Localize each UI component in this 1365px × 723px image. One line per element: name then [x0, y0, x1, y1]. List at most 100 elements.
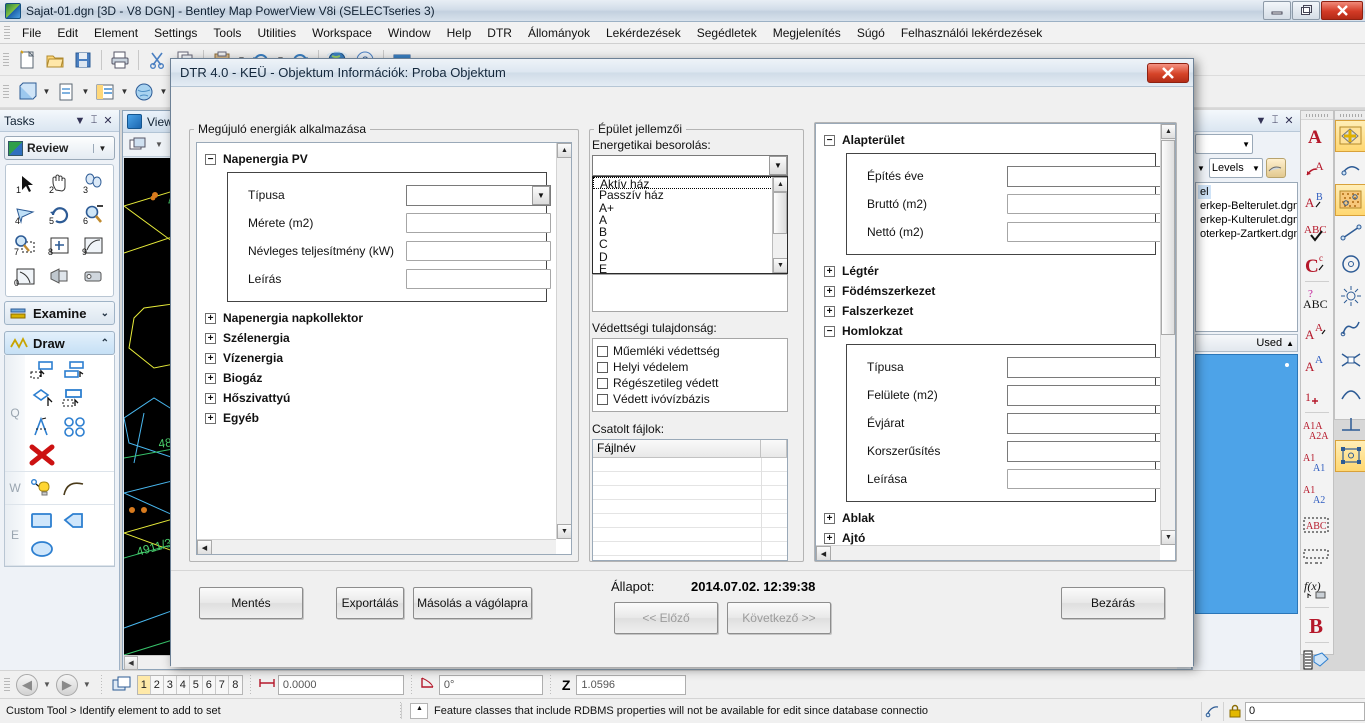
pattern-area-icon[interactable] [1335, 120, 1365, 152]
back-button[interactable]: ◀ [16, 673, 38, 696]
dropdown-option-c[interactable]: C [593, 238, 787, 251]
place-arc-segment-icon[interactable] [1335, 376, 1365, 408]
menu-file[interactable]: File [14, 24, 49, 42]
scroll-up-icon[interactable]: ▲ [1161, 124, 1175, 139]
copy-text-a1a1-icon[interactable]: A1 A1 [1301, 446, 1333, 478]
menu-window[interactable]: Window [380, 24, 439, 42]
expand-icon[interactable]: + [824, 285, 835, 297]
list-item[interactable]: oterkep-Zartkert.dgn [1198, 227, 1297, 241]
view-attributes-icon[interactable] [127, 135, 149, 155]
checkbox-row-regeszetileg[interactable]: Régészetileg védett [597, 375, 783, 391]
checkbox-helyi[interactable] [597, 361, 608, 373]
merete-input[interactable] [406, 213, 551, 233]
view-scroll-left-icon[interactable]: ◀ [124, 656, 138, 670]
find-replace-text-icon[interactable]: ? ABC [1301, 283, 1333, 315]
view-toggle-group[interactable]: 1 2 3 4 5 6 7 8 [136, 674, 243, 695]
open-file-icon[interactable] [42, 47, 68, 73]
collapse-icon[interactable]: − [824, 325, 835, 337]
place-perpendicular-icon[interactable] [1335, 408, 1365, 440]
nevleges-teljesitmeny-input[interactable] [406, 241, 551, 261]
place-text-icon[interactable]: A [1301, 120, 1333, 152]
camera-tool-icon[interactable] [43, 262, 76, 292]
energy-rating-combo[interactable]: ▼ [592, 155, 788, 176]
dropdown-option-b[interactable]: B [593, 226, 787, 239]
tree-node-napenergia-napkollektor[interactable]: + Napenergia napkollektor [205, 308, 556, 328]
tree-node-ablak[interactable]: + Ablak [824, 508, 1160, 528]
tipusa-combo[interactable]: ▼ [406, 184, 551, 206]
collapse-icon[interactable]: − [205, 153, 216, 165]
checkbox-row-vedett-ivovizbazis[interactable]: Védett ivóvízbázis [597, 391, 783, 407]
snap-count-field[interactable]: 0 [1245, 701, 1365, 721]
distance-field[interactable]: 0.0000 [277, 674, 404, 695]
mentes-button[interactable]: Mentés [199, 587, 303, 619]
menu-felhasznaloi-lekerdezesek[interactable]: Felhasználói lekérdezések [893, 24, 1050, 42]
tree-node-alapterulet[interactable]: − Alapterület [824, 130, 1160, 150]
view-previous-tool-icon[interactable]: 9 [77, 231, 110, 261]
match-text-attributes-icon[interactable]: AA [1301, 315, 1333, 347]
chevron-up-icon[interactable]: ⌃ [101, 338, 109, 349]
checkbox-muemleki[interactable] [597, 345, 608, 357]
expand-icon[interactable]: + [824, 265, 835, 277]
dropdown-option-a-plus[interactable]: A+ [593, 201, 787, 214]
place-line-segment-icon[interactable] [1335, 216, 1365, 248]
right-pane-scroll-thumb[interactable] [1161, 140, 1175, 335]
chevron-down-icon[interactable]: ▼ [532, 185, 550, 205]
modify-element-icon[interactable] [1335, 440, 1365, 472]
scroll-up-icon[interactable]: ▲ [557, 143, 571, 158]
dropdown-option-e[interactable]: E [593, 263, 787, 273]
edit-text-icon[interactable]: AB [1301, 184, 1333, 216]
symbology-combo[interactable]: ▼ [1195, 134, 1253, 154]
leiras-input[interactable] [406, 269, 551, 289]
checkbox-row-helyi[interactable]: Helyi védelem [597, 359, 783, 375]
dropdown-option-a[interactable]: A [593, 214, 787, 227]
menu-lekerdezesek[interactable]: Lekérdezések [598, 24, 689, 42]
intersect-lines-icon[interactable] [1335, 344, 1365, 376]
forward-button[interactable]: ▶ [55, 673, 78, 696]
table-row[interactable] [593, 500, 787, 514]
delete-element-tool-icon[interactable] [27, 441, 59, 469]
epites-eve-combo[interactable]: ▼ [1007, 165, 1160, 187]
menu-utilities[interactable]: Utilities [249, 24, 304, 42]
angle-field[interactable]: 0° [438, 674, 543, 695]
annotation-scale-a1a2-icon[interactable]: A1A A2A [1301, 414, 1333, 446]
dropdown-scroll-thumb[interactable] [773, 192, 787, 234]
menu-sugo[interactable]: Súgó [849, 24, 893, 42]
expand-icon[interactable]: + [824, 512, 835, 524]
view-toggle-6[interactable]: 6 [202, 675, 216, 694]
sidebar-item-examine[interactable]: Examine ⌄ [4, 301, 115, 325]
render-view-tool-icon[interactable] [77, 262, 110, 292]
renewable-energy-scrollpane[interactable]: − Napenergia PV Típusa ▼ Mérete (m2) Név… [196, 142, 572, 555]
expand-icon[interactable]: + [205, 412, 216, 424]
pin-icon[interactable]: ⌶ [87, 114, 101, 127]
homlokzat-tipusa-combo[interactable]: ▼ [1007, 356, 1160, 378]
menu-allomanyok[interactable]: Állományok [520, 24, 598, 42]
lock-icon[interactable] [1223, 701, 1245, 721]
attached-files-table[interactable]: Fájlnév [592, 439, 788, 561]
left-pane-horizontal-scrollbar[interactable]: ◀ ▶ [197, 539, 556, 554]
hatch-area-icon[interactable] [1335, 184, 1365, 216]
list-item[interactable]: erkep-Kulterulet.dgn [1198, 213, 1297, 227]
netto-input[interactable] [1007, 222, 1160, 242]
place-note-icon[interactable]: A [1301, 152, 1333, 184]
menu-settings[interactable]: Settings [146, 24, 205, 42]
list-item[interactable]: erkep-Belterulet.dgn [1198, 199, 1297, 213]
dropdown-scroll-down-icon[interactable]: ▼ [773, 258, 787, 273]
menu-edit[interactable]: Edit [49, 24, 86, 42]
tree-node-vizenergia[interactable]: + Vízenergia [205, 348, 556, 368]
table-row[interactable] [593, 472, 787, 486]
place-polygon-tool-icon[interactable] [59, 507, 91, 535]
fit-view-tool-icon[interactable]: 8 [43, 231, 76, 261]
print-icon[interactable] [107, 47, 133, 73]
new-model-caret-icon[interactable]: ▼ [80, 79, 91, 105]
place-spline-icon[interactable] [1335, 312, 1365, 344]
new-file-icon[interactable] [14, 47, 40, 73]
view-toggle-5[interactable]: 5 [189, 675, 203, 694]
pan-tool-icon[interactable]: 2 [43, 169, 76, 199]
building-parts-scrollpane[interactable]: − Alapterület Építés éve ▼ [815, 123, 1176, 561]
place-light-tool-icon[interactable] [27, 474, 59, 502]
copy-text-a1a2-icon[interactable]: A1 A2 [1301, 478, 1333, 510]
energy-rating-dropdown-list[interactable]: Aktív ház Passzív ház A+ A B C D E ▲ ▼ [592, 176, 788, 274]
bold-text-icon[interactable]: B [1301, 609, 1333, 641]
view-groups-icon[interactable] [110, 674, 134, 696]
dialog-close-button[interactable] [1147, 62, 1189, 83]
